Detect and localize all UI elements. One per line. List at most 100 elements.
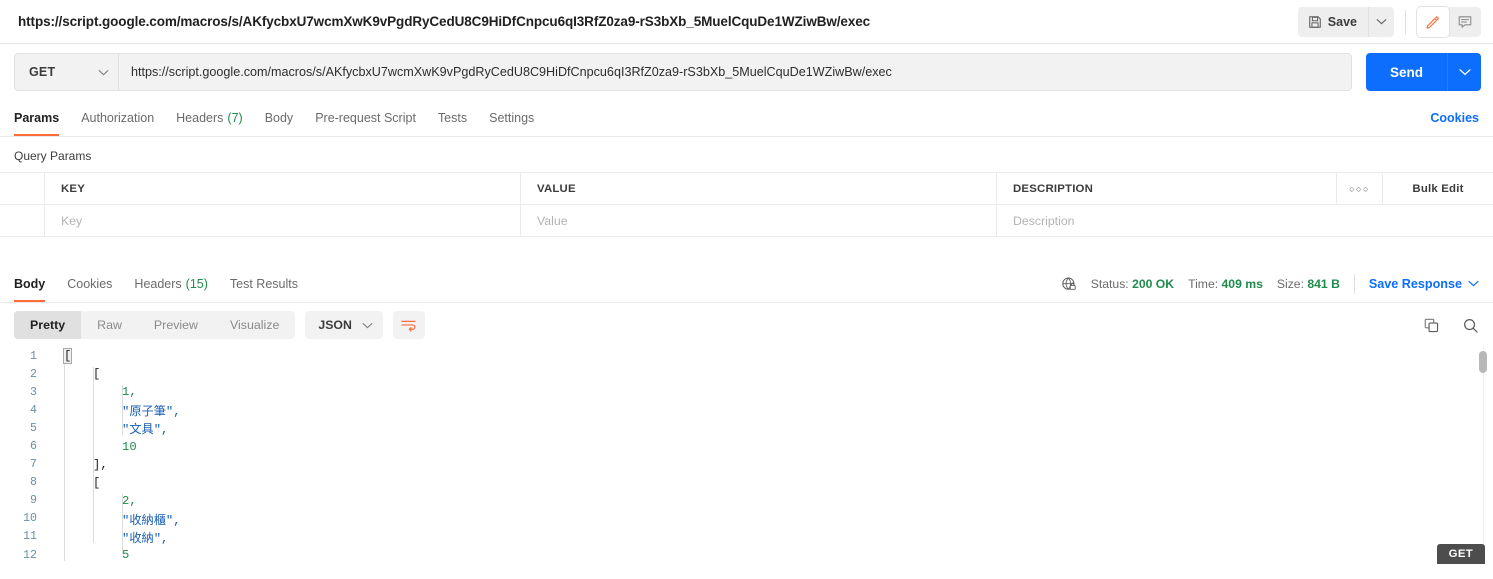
url-input[interactable]: https://script.google.com/macros/s/AKfyc…	[118, 53, 1352, 91]
chevron-down-icon	[1376, 18, 1387, 25]
code-text: "收納",	[46, 528, 168, 546]
response-toolbar: Pretty Raw Preview Visualize JSON	[0, 303, 1493, 347]
code-token: "收納",	[122, 531, 169, 546]
param-description-input[interactable]: Description	[997, 205, 1337, 236]
code-token: 1,	[122, 385, 137, 400]
scrollbar-thumb[interactable]	[1479, 351, 1487, 373]
save-button-group: Save	[1297, 6, 1394, 37]
table-header-checkbox-cell	[0, 173, 45, 204]
save-button[interactable]: Save	[1297, 6, 1368, 37]
view-visualize[interactable]: Visualize	[214, 311, 295, 339]
line-number: 10	[23, 512, 37, 526]
tab-settings[interactable]: Settings	[478, 100, 545, 136]
code-token: "收納櫃",	[122, 513, 181, 528]
chevron-down-icon	[98, 69, 109, 76]
tab-tests[interactable]: Tests	[427, 100, 478, 136]
time-indicator: Time: 409 ms	[1188, 277, 1263, 291]
size-label: Size:	[1276, 276, 1304, 291]
size-value: 841 B	[1307, 276, 1340, 291]
response-body-viewer[interactable]: 1 [ 2 [ 3 1, 4 "原子筆", 5 "文具", 6 10 7 ], …	[0, 347, 1493, 564]
line-number: 5	[30, 421, 37, 435]
column-header-value: VALUE	[521, 173, 997, 204]
tab-response-cookies[interactable]: Cookies	[56, 265, 123, 302]
row-checkbox-cell[interactable]	[0, 205, 45, 236]
http-method-label: GET	[29, 65, 56, 79]
time-label: Time:	[1188, 276, 1219, 291]
line-number: 2	[30, 367, 37, 381]
search-icon[interactable]	[1462, 317, 1479, 334]
code-token: 2,	[122, 493, 137, 508]
tab-pre-request-script[interactable]: Pre-request Script	[304, 100, 427, 136]
code-token: [	[93, 475, 101, 490]
pencil-icon	[1425, 14, 1441, 30]
save-response-button[interactable]: Save Response	[1369, 277, 1479, 291]
url-bar: GET https://script.google.com/macros/s/A…	[0, 44, 1493, 100]
code-text: 2,	[46, 494, 137, 508]
http-method-selector[interactable]: GET	[14, 53, 118, 91]
view-pretty[interactable]: Pretty	[14, 311, 82, 339]
code-token: "原子筆",	[122, 405, 181, 420]
response-format-selector[interactable]: JSON	[305, 311, 383, 339]
code-token: ],	[93, 457, 108, 472]
tab-headers[interactable]: Headers (7)	[165, 100, 254, 136]
code-token: 10	[122, 439, 137, 454]
tab-test-results-label: Test Results	[229, 276, 298, 291]
tab-response-headers[interactable]: Headers (15)	[123, 265, 218, 302]
line-number: 6	[30, 440, 37, 454]
floppy-disk-icon	[1308, 15, 1322, 29]
query-params-label: Query Params	[14, 149, 92, 163]
code-line: 6 10	[0, 437, 1493, 455]
tab-tests-label: Tests	[437, 111, 468, 125]
send-options-button[interactable]	[1447, 53, 1481, 91]
save-options-button[interactable]	[1368, 6, 1394, 37]
table-header-row: KEY VALUE DESCRIPTION ○○○ Bulk Edit	[0, 173, 1493, 205]
chevron-down-icon	[362, 322, 373, 329]
response-format-label: JSON	[318, 318, 352, 332]
tab-params-label: Params	[14, 111, 60, 125]
code-text: [	[46, 367, 100, 381]
code-text: 5	[46, 548, 129, 562]
save-button-label: Save	[1327, 14, 1357, 29]
tab-headers-label: Headers	[176, 111, 224, 125]
view-preview[interactable]: Preview	[138, 311, 214, 339]
edit-request-button[interactable]	[1417, 6, 1449, 37]
code-token: "文具",	[122, 423, 169, 438]
more-options-icon[interactable]: ○○○	[1337, 173, 1383, 204]
tab-response-cookies-label: Cookies	[67, 276, 113, 291]
globe-lock-icon	[1061, 276, 1077, 292]
code-text: [	[46, 348, 73, 365]
code-line: 2 [	[0, 365, 1493, 383]
status-indicator: Status: 200 OK	[1091, 277, 1174, 291]
tab-response-body[interactable]: Body	[14, 265, 56, 302]
comments-button[interactable]	[1449, 7, 1481, 37]
code-line: 12 5	[0, 546, 1493, 564]
response-tabs: Body Cookies Headers (15) Test Results S…	[0, 265, 1493, 303]
cookies-link[interactable]: Cookies	[1430, 100, 1479, 136]
tab-params[interactable]: Params	[14, 100, 70, 136]
line-number: 7	[30, 458, 37, 472]
tab-body[interactable]: Body	[254, 100, 305, 136]
bulk-edit-button[interactable]: Bulk Edit	[1383, 173, 1493, 204]
row-options-cell	[1337, 205, 1383, 236]
tab-headers-count: (7)	[227, 111, 243, 125]
code-line: 9 2,	[0, 492, 1493, 510]
copy-icon[interactable]	[1423, 317, 1440, 334]
line-number: 3	[30, 385, 37, 399]
request-method-badge: GET	[1436, 544, 1485, 564]
code-text: "原子筆",	[46, 401, 181, 419]
send-button-group: Send	[1365, 53, 1481, 91]
param-key-input[interactable]: Key	[45, 205, 521, 236]
tab-settings-label: Settings	[489, 111, 535, 125]
query-params-table: KEY VALUE DESCRIPTION ○○○ Bulk Edit Key …	[0, 172, 1493, 237]
code-text: 10	[46, 440, 137, 454]
wrap-lines-button[interactable]	[392, 311, 425, 339]
tab-authorization[interactable]: Authorization	[70, 100, 165, 136]
toolbar-divider	[1405, 9, 1406, 34]
view-raw[interactable]: Raw	[81, 311, 138, 339]
save-response-label: Save Response	[1368, 276, 1462, 291]
column-header-description: DESCRIPTION	[997, 173, 1337, 204]
tab-test-results[interactable]: Test Results	[219, 265, 309, 302]
param-value-input[interactable]: Value	[521, 205, 997, 236]
send-button[interactable]: Send	[1365, 53, 1447, 91]
top-bar: https://script.google.com/macros/s/AKfyc…	[0, 0, 1493, 44]
